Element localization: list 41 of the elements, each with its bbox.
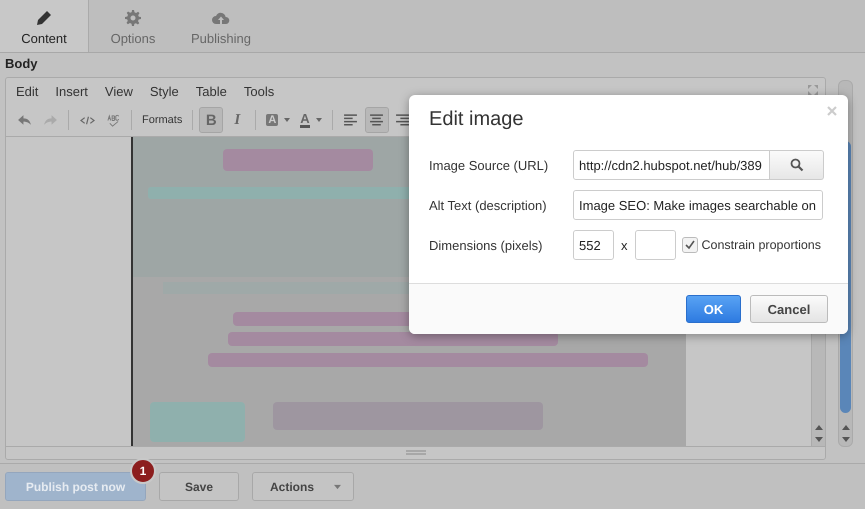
redo-icon xyxy=(42,114,58,126)
checkbox-label: Constrain proportions xyxy=(702,238,822,252)
alt-text-field[interactable]: Image SEO: Make images searchable on xyxy=(573,190,823,220)
menu-item[interactable]: View xyxy=(104,84,141,98)
notification-badge: 1 xyxy=(130,458,156,484)
checkmark-icon xyxy=(684,239,696,251)
menu-item[interactable]: Insert xyxy=(55,84,96,98)
field-label: Alt Text (description) xyxy=(429,198,548,212)
cloud-upload-icon xyxy=(212,10,230,26)
height-field[interactable] xyxy=(634,230,676,260)
browse-button[interactable] xyxy=(770,150,824,180)
menu-item[interactable]: Style xyxy=(150,84,187,98)
align-center-icon xyxy=(369,114,384,126)
cancel-button[interactable]: Cancel xyxy=(750,295,828,323)
tab[interactable]: Content xyxy=(0,0,89,52)
menu-item[interactable]: Edit xyxy=(16,84,46,98)
url-field[interactable]: http://cdn2.hubspot.net/hub/389 xyxy=(573,150,770,180)
checkbox[interactable] xyxy=(682,237,698,253)
dimension-separator: x xyxy=(621,238,628,252)
pencil-icon xyxy=(35,10,53,26)
undo-icon xyxy=(16,114,32,126)
actions-dropdown[interactable]: Actions xyxy=(252,472,354,501)
spellcheck-icon xyxy=(106,114,120,126)
field-label: Image Source (URL) xyxy=(429,158,550,172)
formats-button[interactable]: Formats xyxy=(138,107,186,133)
caret-icon xyxy=(334,484,341,490)
gear-icon xyxy=(124,10,142,26)
fullscreen-icon[interactable] xyxy=(807,84,819,96)
section-label: Body xyxy=(4,55,38,72)
menu-item[interactable]: Tools xyxy=(244,84,282,98)
align-right-icon xyxy=(395,114,410,126)
align-left-icon xyxy=(343,114,358,126)
field-label: Dimensions (pixels) xyxy=(429,238,544,252)
code-icon xyxy=(80,114,94,126)
menu-item[interactable]: Table xyxy=(196,84,235,98)
save-button[interactable]: Save xyxy=(159,472,239,501)
resize-handle-icon[interactable] xyxy=(406,450,426,456)
search-icon xyxy=(790,158,804,172)
align-center-button[interactable] xyxy=(364,107,389,133)
width-field[interactable]: 552 xyxy=(573,230,614,260)
dialog-title: Edit image xyxy=(429,108,524,132)
